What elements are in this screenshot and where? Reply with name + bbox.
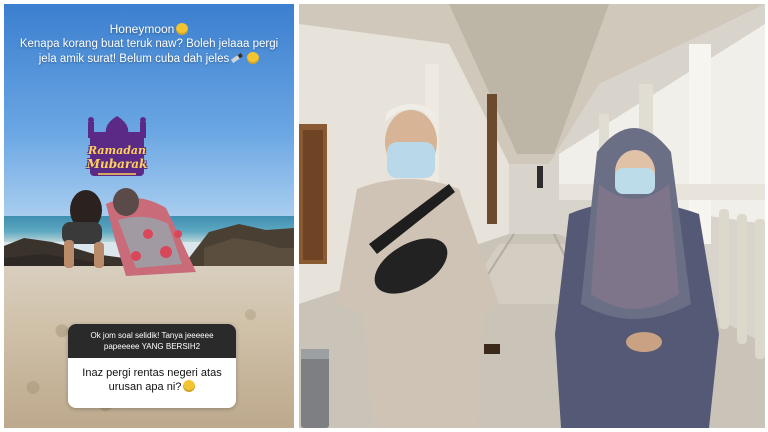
unamused-emoji-icon — [247, 52, 260, 64]
question-box: Ok jom soal selidik! Tanya jeeeeee papee… — [68, 324, 236, 408]
question-answer-line: Inaz pergi rentas negeri atas urusan apa… — [68, 358, 236, 394]
laughing-emoji-icon — [176, 23, 189, 35]
question-answer: Inaz pergi rentas negeri atas urusan apa… — [82, 367, 222, 393]
corridor-photo — [299, 4, 765, 428]
caption-title-line: Honeymoon — [14, 22, 284, 37]
story-caption: Honeymoon Kenapa korang buat teruk naw? … — [14, 22, 284, 67]
knife-emoji-icon — [231, 52, 244, 64]
caption-text: Kenapa korang buat teruk naw? Boleh jela… — [19, 38, 279, 65]
corridor-scene — [299, 4, 765, 428]
sticker-text-ramadan: Ramadan — [87, 144, 147, 157]
caption-title: Honeymoon — [109, 22, 175, 36]
sticker-text-mubarak: Mubarak — [86, 157, 148, 171]
question-prompt: Ok jom soal selidik! Tanya jeeeeee papee… — [68, 324, 236, 358]
thinking-emoji-icon — [183, 380, 196, 392]
story-panel: Ramadan Mubarak Honeymoon Kenapa korang … — [4, 4, 294, 428]
ramadan-mubarak-sticker: Ramadan Mubarak — [84, 114, 150, 184]
